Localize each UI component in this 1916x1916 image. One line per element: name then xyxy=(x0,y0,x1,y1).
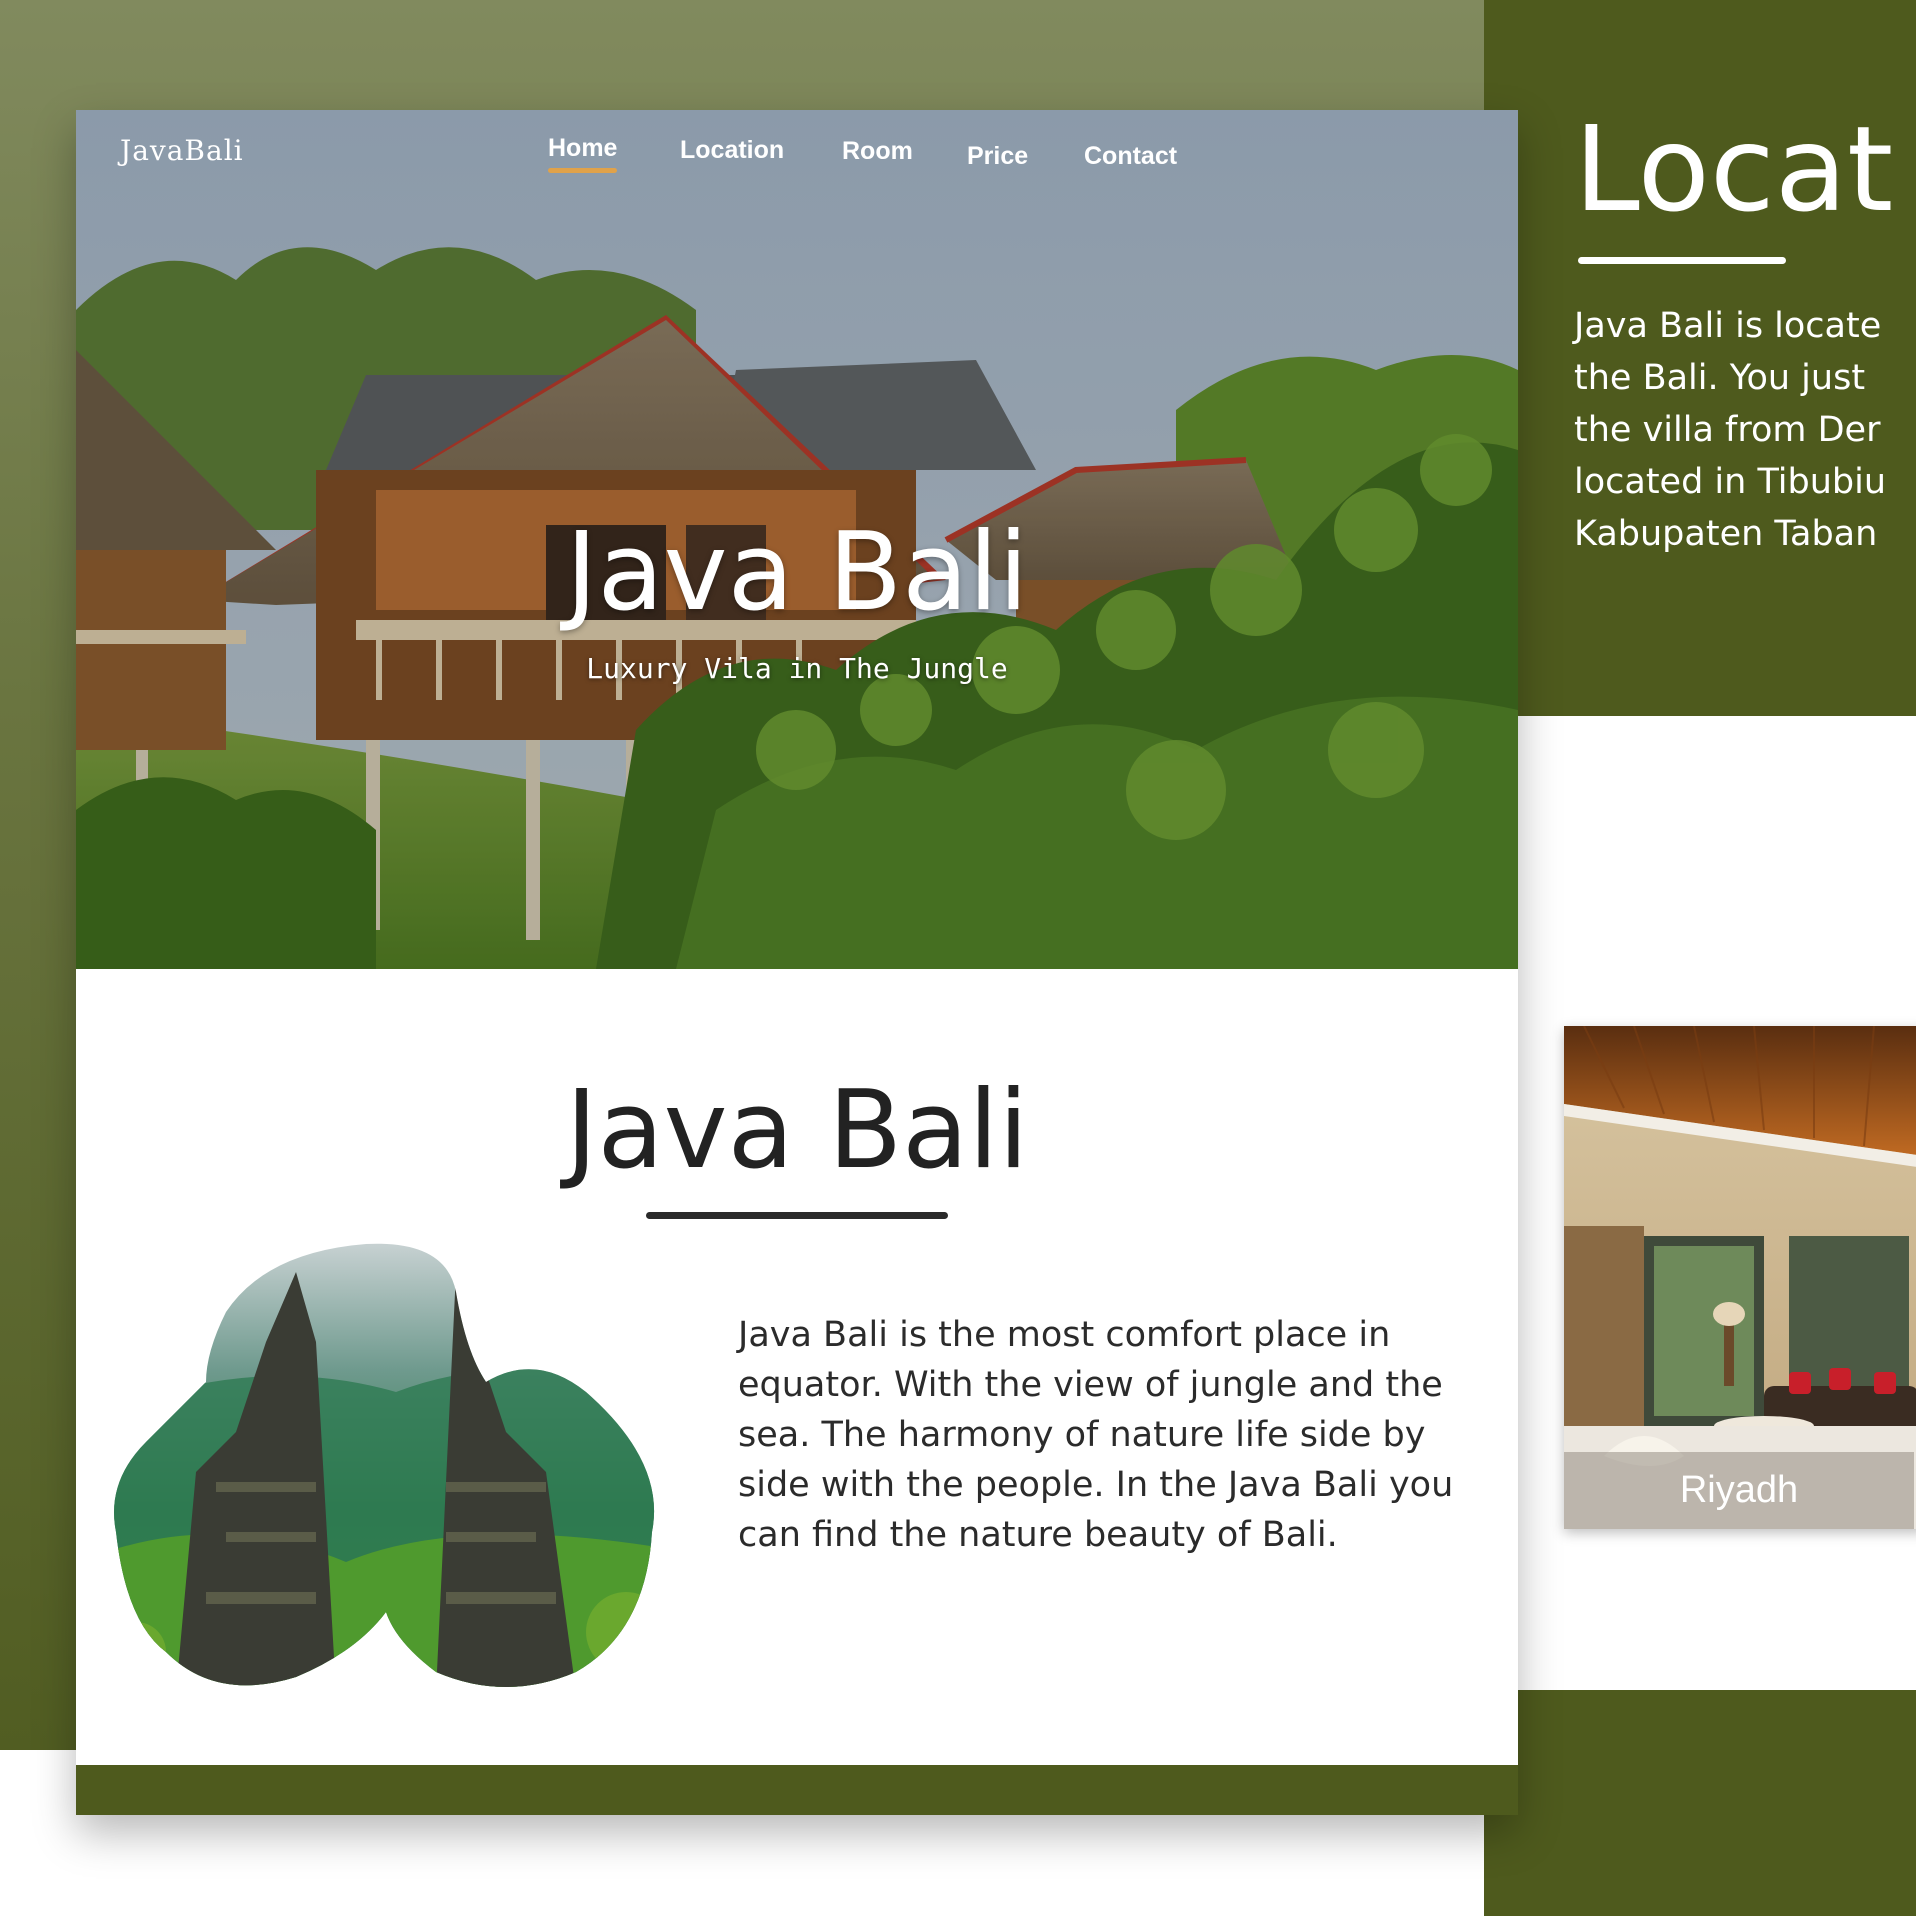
nav-item-label: Room xyxy=(842,137,913,165)
footer-band-right xyxy=(1484,1690,1916,1916)
location-line: the villa from Der xyxy=(1574,410,1881,450)
nav-item-contact[interactable]: Contact xyxy=(1084,142,1177,171)
location-line: Kabupaten Taban xyxy=(1574,514,1878,554)
nav-item-room[interactable]: Room xyxy=(842,137,913,166)
nav-item-label: Location xyxy=(680,136,785,164)
location-heading-underline xyxy=(1578,257,1786,264)
active-nav-indicator xyxy=(548,168,618,173)
hero-subtitle: Luxury Vila in The Jungle xyxy=(586,652,1008,685)
about-heading-underline xyxy=(646,1212,948,1219)
about-description: Java Bali is the most comfort place in e… xyxy=(738,1315,1454,1555)
website-preview-card: JavaBali Home Location Room Price Contac… xyxy=(76,110,1518,1815)
hero-title: Java Bali xyxy=(565,510,1029,635)
room-card[interactable]: Riyadh xyxy=(1564,1026,1916,1529)
location-line: Java Bali is locate xyxy=(1574,306,1882,346)
nav-item-label: Contact xyxy=(1084,142,1178,170)
nav-item-price[interactable]: Price xyxy=(967,142,1028,171)
room-name-label: Riyadh xyxy=(1564,1452,1914,1529)
nav-item-label: Home xyxy=(548,134,618,162)
location-line: the Bali. You just xyxy=(1574,358,1866,398)
card-footer-band xyxy=(76,1765,1518,1815)
bali-temple-gate-image xyxy=(114,1243,655,1687)
location-line: located in Tibubiu xyxy=(1574,462,1887,502)
location-heading: Locat xyxy=(1574,100,1894,238)
nav-item-home[interactable]: Home xyxy=(548,134,618,173)
about-heading: Java Bali xyxy=(565,1068,1029,1193)
nav-item-location[interactable]: Location xyxy=(680,136,784,165)
brand-logo[interactable]: JavaBali xyxy=(120,134,244,167)
hero-section: JavaBali Home Location Room Price Contac… xyxy=(76,110,1518,969)
location-description: Java Bali is locate the Bali. You just t… xyxy=(1574,300,1916,560)
nav-item-label: Price xyxy=(967,142,1029,170)
